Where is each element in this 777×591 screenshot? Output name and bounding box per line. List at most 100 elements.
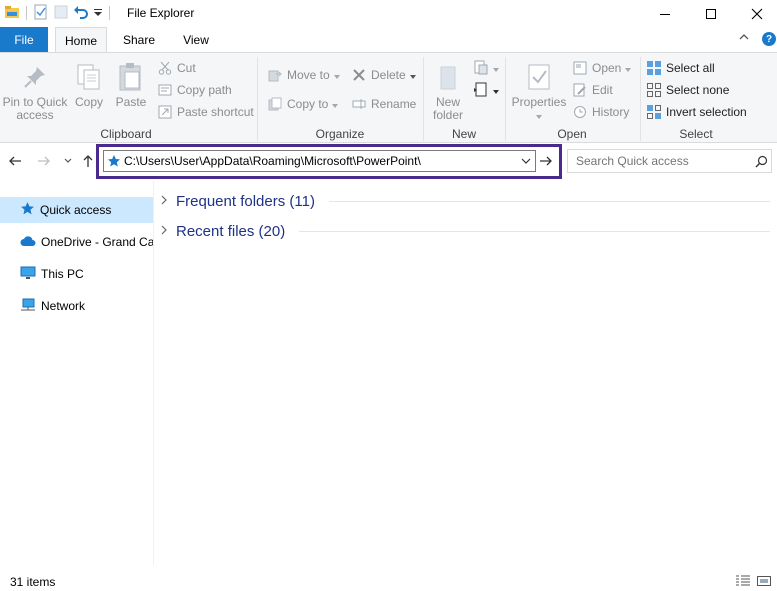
tab-file[interactable]: File	[0, 27, 48, 52]
move-to-button[interactable]: Move to	[267, 67, 340, 83]
rename-button[interactable]: Rename	[351, 96, 416, 112]
quick-access-toolbar	[4, 4, 112, 22]
close-button[interactable]	[734, 0, 777, 27]
properties-qat-icon[interactable]	[33, 4, 49, 23]
open-button[interactable]: Open	[572, 60, 632, 76]
search-input[interactable]	[576, 154, 751, 168]
rename-label: Rename	[371, 97, 417, 111]
history-button[interactable]: History	[572, 104, 629, 120]
address-dropdown-icon[interactable]	[517, 156, 535, 166]
copy-path-label: Copy path	[177, 83, 232, 97]
minimize-button[interactable]	[642, 0, 688, 27]
select-all-label: Select all	[666, 61, 715, 75]
nav-item-label: OneDrive - Grand Canyon University	[41, 235, 153, 249]
forward-arrow-icon	[38, 156, 50, 166]
paste-button[interactable]: Paste	[113, 61, 149, 109]
group-separator	[423, 57, 424, 141]
back-button[interactable]	[7, 153, 23, 169]
properties-button[interactable]: Properties	[510, 61, 568, 122]
nav-item-quick-access[interactable]: Quick access	[0, 197, 153, 223]
tab-home[interactable]: Home	[55, 27, 107, 53]
new-item-button[interactable]	[473, 60, 499, 76]
customize-qat-dropdown-icon[interactable]	[93, 4, 103, 23]
invert-selection-label: Invert selection	[666, 105, 747, 119]
copy-label: Copy	[74, 95, 103, 109]
maximize-button[interactable]	[688, 0, 734, 27]
address-path[interactable]: C:\Users\User\AppData\Roaming\Microsoft\…	[124, 154, 517, 168]
group-separator	[505, 57, 506, 141]
recent-files-label: Recent files (20)	[176, 222, 286, 240]
help-icon[interactable]: ?	[762, 32, 776, 46]
paste-shortcut-button[interactable]: Paste shortcut	[157, 104, 254, 120]
open-group-label: Open	[557, 127, 587, 141]
delete-label: Delete	[371, 68, 406, 82]
minimize-icon	[660, 13, 670, 15]
clipboard-group-label: Clipboard	[100, 127, 152, 141]
up-button[interactable]	[80, 153, 96, 169]
new-folder-label: New folder	[432, 95, 464, 122]
edit-button[interactable]: Edit	[572, 82, 613, 98]
select-none-label: Select none	[666, 83, 730, 97]
properties-dropdown-icon	[536, 109, 542, 122]
cut-button[interactable]: Cut	[157, 60, 196, 76]
tab-view[interactable]: View	[174, 27, 218, 52]
frequent-folders-header[interactable]: Frequent folders (11)	[160, 190, 770, 212]
large-icons-view-icon[interactable]	[756, 574, 772, 588]
window-title: File Explorer	[127, 6, 195, 20]
delete-button[interactable]: Delete	[351, 67, 416, 83]
edit-label: Edit	[592, 83, 613, 97]
address-bar[interactable]: C:\Users\User\AppData\Roaming\Microsoft\…	[103, 150, 536, 172]
search-icon[interactable]	[751, 155, 771, 168]
copy-to-button[interactable]: Copy to	[267, 96, 339, 112]
select-none-button[interactable]: Select none	[646, 82, 729, 98]
nav-item-label: This PC	[41, 267, 84, 281]
nav-item-network[interactable]: Network	[0, 293, 153, 319]
frequent-folders-label: Frequent folders (11)	[176, 192, 315, 210]
nav-item-onedrive[interactable]: OneDrive - Grand Canyon University	[0, 229, 153, 255]
nav-item-label: Quick access	[40, 203, 112, 217]
forward-button[interactable]	[36, 153, 52, 169]
navigation-pane: Quick access OneDrive - Grand Canyon Uni…	[0, 181, 154, 565]
close-icon	[751, 8, 763, 19]
qat-separator	[109, 6, 110, 20]
undo-icon[interactable]	[73, 4, 89, 23]
collapse-ribbon-icon[interactable]	[738, 31, 750, 46]
items-count: 31 items	[10, 575, 56, 589]
section-divider	[299, 230, 770, 232]
new-folder-button[interactable]: New folder	[428, 61, 468, 122]
history-icon	[572, 104, 588, 120]
tab-share[interactable]: Share	[116, 27, 162, 52]
copy-button[interactable]: Copy	[72, 61, 106, 109]
star-icon	[20, 201, 35, 219]
paste-shortcut-icon	[157, 104, 173, 120]
new-item-dropdown-icon	[493, 61, 499, 75]
open-icon	[572, 60, 588, 76]
search-box[interactable]	[567, 149, 772, 173]
pin-icon	[19, 61, 51, 93]
select-all-icon	[646, 60, 662, 76]
title-bar: File Explorer	[0, 0, 777, 27]
details-view-icon[interactable]	[735, 574, 751, 588]
file-explorer-icon	[4, 4, 20, 23]
nav-item-this-pc[interactable]: This PC	[0, 261, 153, 287]
pin-label: Pin to Quick access	[2, 95, 68, 122]
invert-selection-button[interactable]: Invert selection	[646, 104, 747, 120]
select-all-button[interactable]: Select all	[646, 60, 715, 76]
ribbon: Pin to Quick access Copy Paste Cut Copy …	[0, 52, 777, 143]
chevron-right-icon	[160, 224, 168, 238]
recent-files-header[interactable]: Recent files (20)	[160, 220, 770, 242]
cloud-icon	[20, 235, 36, 250]
easy-access-button[interactable]	[473, 82, 499, 98]
new-folder-qat-icon[interactable]	[53, 4, 69, 23]
recent-locations-button[interactable]	[60, 153, 76, 169]
go-button[interactable]	[538, 152, 554, 170]
copy-path-button[interactable]: Copy path	[157, 82, 232, 98]
move-to-dropdown-icon	[333, 68, 340, 82]
maximize-icon	[706, 8, 716, 19]
group-separator	[640, 57, 641, 141]
section-divider	[328, 200, 770, 202]
properties-label: Properties	[511, 95, 567, 109]
pin-to-quick-access-button[interactable]: Pin to Quick access	[2, 61, 68, 122]
paste-icon	[115, 61, 147, 93]
history-label: History	[592, 105, 630, 119]
